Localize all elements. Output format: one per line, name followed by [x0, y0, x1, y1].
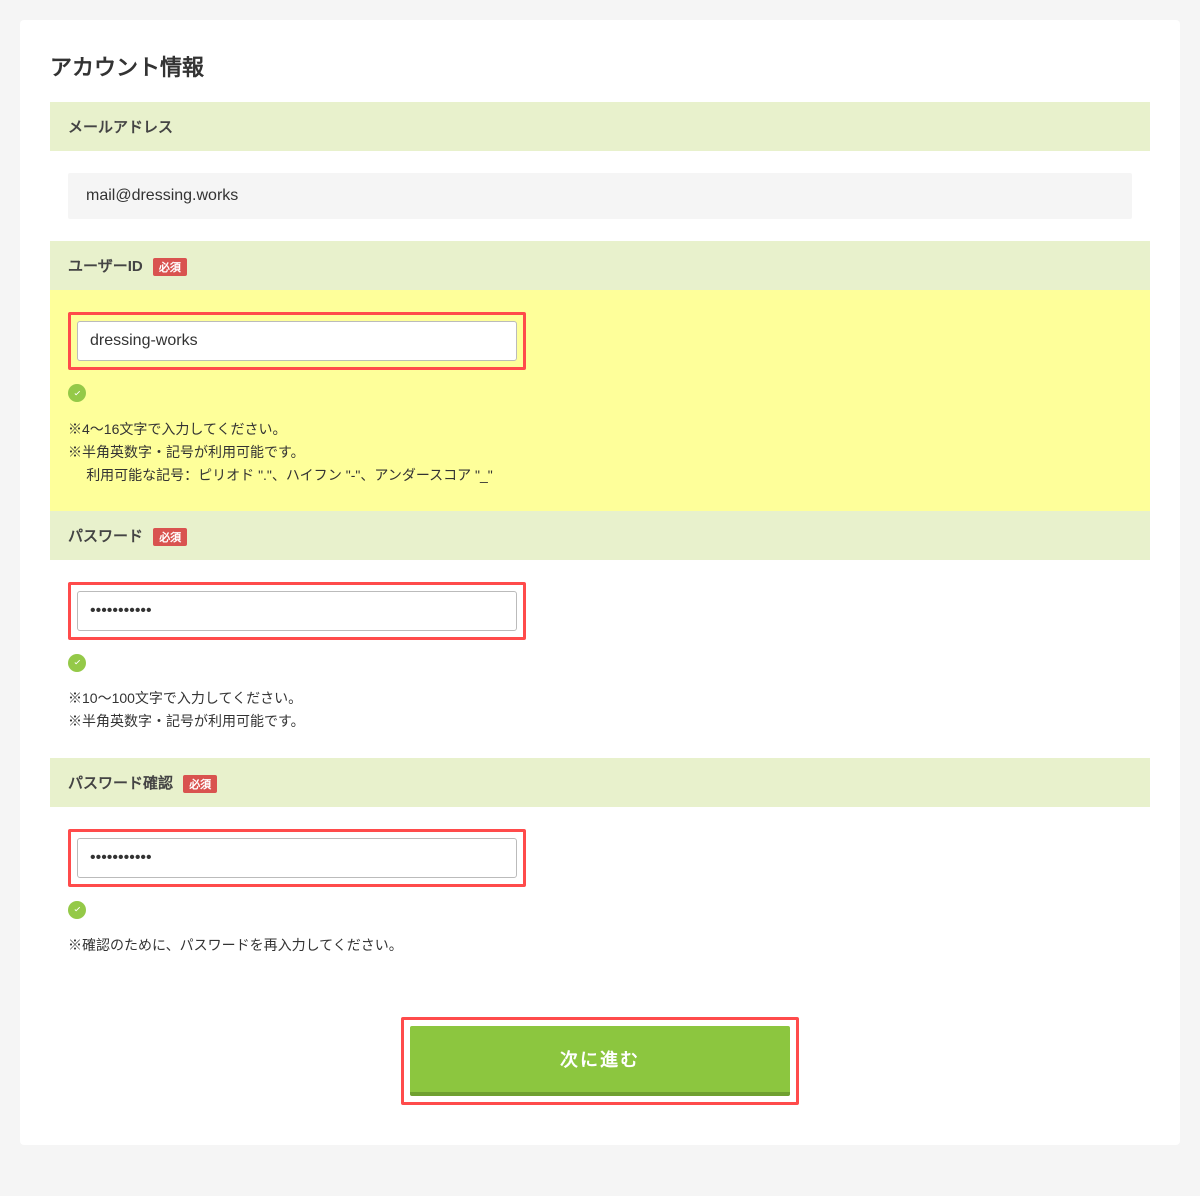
password-confirm-section-header: パスワード確認 必須: [50, 758, 1150, 807]
submit-wrapper: 次に進む: [50, 1017, 1150, 1105]
password-input-highlight: [68, 582, 526, 640]
email-readonly-field: mail@dressing.works: [68, 173, 1132, 219]
password-help-text: ※10〜100文字で入力してください。 ※半角英数字・記号が利用可能です。: [68, 687, 1132, 733]
password-confirm-section-body: ※確認のために、パスワードを再入力してください。: [50, 807, 1150, 982]
password-confirm-help-text: ※確認のために、パスワードを再入力してください。: [68, 934, 1132, 957]
password-confirm-label: パスワード確認: [68, 775, 173, 792]
required-badge: 必須: [183, 775, 217, 793]
password-confirm-input-highlight: [68, 829, 526, 887]
email-section-body: mail@dressing.works: [50, 151, 1150, 241]
password-section-body: ※10〜100文字で入力してください。 ※半角英数字・記号が利用可能です。: [50, 560, 1150, 758]
password-section-header: パスワード 必須: [50, 511, 1150, 560]
email-section-header: メールアドレス: [50, 102, 1150, 151]
password-confirm-input[interactable]: [77, 838, 517, 878]
user-id-help-text: ※4〜16文字で入力してください。 ※半角英数字・記号が利用可能です。 利用可能…: [68, 418, 1132, 487]
submit-button-highlight: 次に進む: [401, 1017, 799, 1105]
page-title: アカウント情報: [50, 50, 1150, 82]
required-badge: 必須: [153, 258, 187, 276]
user-id-input-highlight: [68, 312, 526, 370]
password-input[interactable]: [77, 591, 517, 631]
email-label: メールアドレス: [68, 119, 173, 136]
check-circle-icon: [68, 384, 86, 402]
account-info-form: アカウント情報 メールアドレス mail@dressing.works ユーザー…: [20, 20, 1180, 1145]
check-circle-icon: [68, 654, 86, 672]
user-id-section-header: ユーザーID 必須: [50, 241, 1150, 290]
user-id-section-body: ※4〜16文字で入力してください。 ※半角英数字・記号が利用可能です。 利用可能…: [50, 290, 1150, 511]
check-circle-icon: [68, 901, 86, 919]
user-id-label: ユーザーID: [68, 258, 143, 275]
required-badge: 必須: [153, 528, 187, 546]
next-button[interactable]: 次に進む: [410, 1026, 790, 1096]
user-id-input[interactable]: [77, 321, 517, 361]
password-label: パスワード: [68, 528, 143, 545]
